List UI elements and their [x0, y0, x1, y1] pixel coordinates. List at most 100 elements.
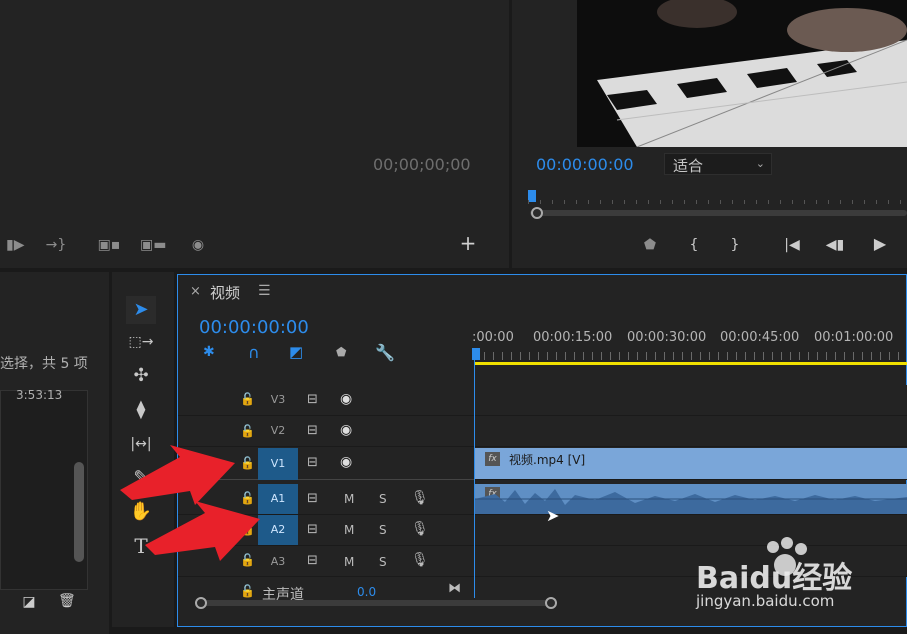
chevron-down-icon: ⌄: [755, 157, 765, 170]
solo-button[interactable]: S: [379, 492, 387, 506]
program-monitor: 00:00:00:00 适合 ⌄ ⬟ { } |◀ ◀▮ ▶: [512, 0, 907, 268]
insert-icon[interactable]: ▣▪: [96, 237, 122, 253]
zoom-handle-left[interactable]: [531, 207, 543, 219]
eye-icon[interactable]: ◉: [340, 391, 352, 407]
mute-button[interactable]: M: [344, 523, 354, 537]
eye-icon[interactable]: ◉: [340, 454, 352, 470]
timeline-playhead-line[interactable]: [474, 360, 475, 598]
sync-lock-icon[interactable]: ⊟: [307, 491, 318, 506]
add-button-icon[interactable]: +: [458, 233, 478, 253]
lock-icon[interactable]: 🔓: [240, 424, 255, 438]
work-area-bar[interactable]: [475, 362, 907, 365]
piano-keys-image: [577, 0, 907, 147]
fit-select[interactable]: 适合 ⌄: [664, 153, 772, 175]
source-monitor: 00;00;00;00 ▮▶ →} ▣▪ ▣▬ ◉ +: [0, 0, 509, 268]
sync-lock-icon[interactable]: ⊟: [307, 423, 318, 438]
audio-waveform: [475, 489, 907, 514]
add-marker-icon[interactable]: ⬟: [642, 237, 658, 253]
video-clip[interactable]: fx 视频.mp4 [V]: [475, 448, 907, 479]
timeline-timecode[interactable]: 00:00:00:00: [199, 317, 309, 338]
baidu-watermark: Baidu经验 jingyan.baidu.com: [690, 535, 905, 615]
red-arrow-upper: [120, 445, 235, 505]
step-back-icon[interactable]: ◀▮: [825, 237, 845, 253]
track-header-v3: [178, 385, 474, 416]
nest-icon[interactable]: ✱: [203, 344, 215, 360]
lock-icon[interactable]: 🔓: [240, 584, 255, 598]
program-video-frame: [577, 0, 907, 147]
solo-button[interactable]: S: [379, 523, 387, 537]
mute-button[interactable]: M: [344, 492, 354, 506]
video-clip-label: 视频.mp4 [V]: [509, 453, 586, 467]
selection-count-text: 选择，共 5 项: [0, 356, 88, 372]
snap-icon[interactable]: ∩: [248, 343, 260, 362]
ruler-label-2: 00:00:30:00: [627, 330, 707, 345]
sync-lock-icon[interactable]: ⊟: [307, 455, 318, 470]
track-header-v2: [178, 416, 474, 447]
ripple-edit-tool-icon[interactable]: ✣: [126, 362, 156, 390]
microphone-icon[interactable]: 🎙: [411, 490, 429, 506]
track-target-a1[interactable]: A1: [258, 484, 298, 514]
watermark-brand: Baidu经验: [696, 561, 853, 596]
track-target-v2[interactable]: V2: [258, 424, 298, 440]
zoom-handle-right[interactable]: [545, 597, 557, 609]
mark-out-icon[interactable]: }: [728, 237, 742, 253]
go-to-end-icon[interactable]: ⧓: [448, 581, 461, 596]
eye-icon[interactable]: ◉: [340, 422, 352, 438]
solo-button[interactable]: S: [379, 555, 387, 569]
selection-tool-icon[interactable]: ➤: [126, 296, 156, 324]
microphone-icon[interactable]: 🎙: [411, 521, 429, 537]
go-to-out-icon[interactable]: →}: [45, 237, 67, 253]
ruler-label-3: 00:00:45:00: [720, 330, 800, 345]
sync-lock-icon[interactable]: ⊟: [307, 392, 318, 407]
ruler-label-4: 00:01:00:00: [814, 330, 894, 345]
audio-clip[interactable]: fx: [475, 484, 907, 514]
sync-lock-icon[interactable]: ⊟: [307, 522, 318, 537]
project-panel: 选择，共 5 项 3:53:13 ◪ 🗑: [0, 272, 109, 634]
ruler-label-1: 00:00:15:00: [533, 330, 613, 345]
new-item-icon[interactable]: ◪: [22, 594, 36, 610]
timeline-zoom-bar[interactable]: [199, 600, 554, 606]
step-forward-icon[interactable]: ▮▶: [6, 237, 24, 253]
track-target-v1[interactable]: V1: [258, 448, 298, 480]
ruler-label-0: :00:00: [472, 330, 514, 345]
timeline-playhead-head[interactable]: [472, 348, 480, 360]
overwrite-icon[interactable]: ▣▬: [140, 237, 166, 253]
red-arrow-lower: [145, 501, 260, 561]
program-zoom-bar[interactable]: [530, 210, 907, 216]
microphone-icon[interactable]: 🎙: [411, 552, 429, 568]
watermark-url: jingyan.baidu.com: [696, 592, 835, 610]
track-target-a3[interactable]: A3: [258, 555, 298, 571]
source-timecode: 00;00;00;00: [373, 155, 471, 174]
program-timecode[interactable]: 00:00:00:00: [536, 155, 634, 174]
panel-menu-icon[interactable]: ☰: [258, 283, 271, 299]
close-icon[interactable]: ×: [190, 284, 201, 299]
program-time-ruler: [528, 200, 907, 204]
track-select-tool-icon[interactable]: ⬚→: [126, 328, 156, 356]
fx-badge: fx: [485, 452, 500, 466]
play-icon[interactable]: ▶: [870, 236, 890, 252]
timeline-marker-icon[interactable]: ⬟: [336, 345, 346, 359]
annotation-arrows: [120, 445, 260, 561]
go-to-in-icon[interactable]: |◀: [780, 237, 804, 253]
camera-icon[interactable]: ◉: [188, 237, 208, 253]
mouse-cursor-icon: ➤: [546, 506, 560, 525]
lane-v2: [475, 416, 907, 447]
fit-select-value: 适合: [673, 157, 704, 175]
lane-v3: [475, 385, 907, 416]
linked-selection-icon[interactable]: ◩: [289, 343, 303, 361]
mute-button[interactable]: M: [344, 555, 354, 569]
lock-icon[interactable]: 🔓: [240, 392, 255, 406]
project-scrollbar[interactable]: [74, 462, 84, 562]
razor-tool-icon[interactable]: ⧫: [126, 396, 156, 424]
sync-lock-icon[interactable]: ⊟: [307, 553, 318, 568]
track-target-v3[interactable]: V3: [258, 393, 298, 409]
clip-duration: 3:53:13: [16, 388, 63, 402]
track-target-a2[interactable]: A2: [258, 515, 298, 545]
timeline-ruler[interactable]: [475, 352, 907, 360]
trash-icon[interactable]: 🗑: [58, 593, 76, 609]
timeline-tab-title[interactable]: 视频: [210, 282, 240, 303]
wrench-icon[interactable]: 🔧: [375, 343, 395, 362]
zoom-handle-left[interactable]: [195, 597, 207, 609]
mark-in-icon[interactable]: {: [687, 237, 701, 253]
master-volume-value[interactable]: 0.0: [357, 585, 376, 599]
